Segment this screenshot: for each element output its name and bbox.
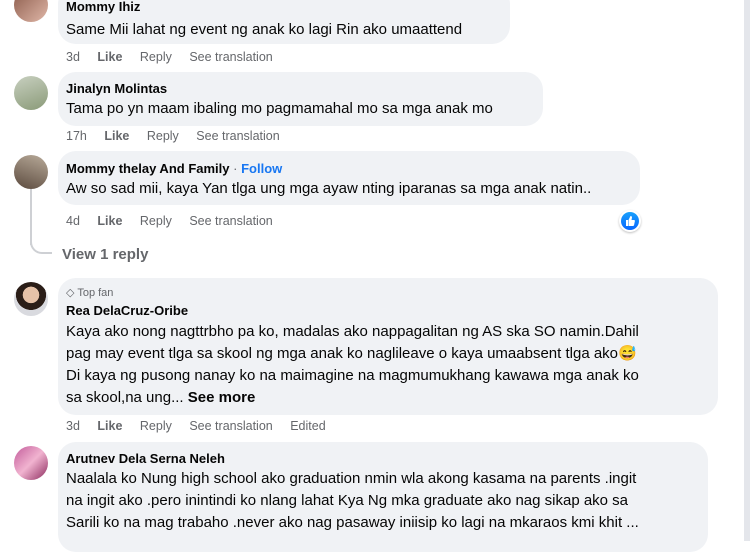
avatar[interactable] [14, 446, 48, 480]
like-reaction-icon[interactable] [619, 210, 641, 232]
comment-actions: 4d Like Reply See translation [66, 214, 287, 228]
comment-time[interactable]: 3d [66, 419, 80, 433]
view-replies-link[interactable]: View 1 reply [62, 246, 148, 263]
see-translation-link[interactable]: See translation [189, 419, 272, 433]
follow-button[interactable]: Follow [241, 161, 282, 176]
see-more-link[interactable]: See more [188, 389, 256, 406]
comment-line: Di kaya ng pusong nanay ko na maimagine … [66, 367, 639, 384]
see-translation-link[interactable]: See translation [189, 50, 272, 64]
thumbs-up-icon [621, 212, 639, 230]
comment-line: pag may event tlga sa skool ng mga anak … [66, 345, 637, 362]
comment-line: Naalala ko Nung high school ako graduati… [66, 470, 637, 487]
comment-text: Aw so sad mii, kaya Yan tlga ung mga aya… [66, 180, 592, 197]
separator-dot: · [233, 161, 238, 176]
comment-text: Same Mii lahat ng event ng anak ko lagi … [66, 21, 463, 38]
comment-actions: 3d Like Reply See translation [66, 50, 287, 64]
comment-time[interactable]: 17h [66, 129, 87, 143]
comment-line: Kaya ako nong nagttrbho pa ko, madalas a… [66, 323, 639, 340]
comment-line: na ingit ako .pero inintindi ko nlang la… [66, 492, 629, 509]
reply-button[interactable]: Reply [140, 214, 172, 228]
reply-button[interactable]: Reply [147, 129, 179, 143]
comment-author[interactable]: Arutnev Dela Serna Neleh [66, 451, 225, 466]
comment-time[interactable]: 3d [66, 50, 80, 64]
comment-line: sa skool,na ung... See more [66, 389, 256, 406]
avatar[interactable] [14, 0, 48, 22]
see-translation-link[interactable]: See translation [189, 214, 272, 228]
comment-author: Mommy thelay And Family · Follow [66, 161, 282, 176]
comment-time[interactable]: 4d [66, 214, 80, 228]
avatar[interactable] [14, 155, 48, 189]
like-button[interactable]: Like [97, 419, 122, 433]
comment-text: Tama po yn maam ibaling mo pagmamahal mo… [66, 100, 493, 117]
edited-label: Edited [290, 419, 326, 433]
comment-actions: 17h Like Reply See translation [66, 129, 294, 143]
scrollbar-edge[interactable] [744, 0, 750, 541]
comment-text: Kaya ako nong nagttrbho pa ko, madalas a… [66, 321, 711, 409]
diamond-icon: ◇ [66, 287, 75, 299]
comment-actions: 3d Like Reply See translation Edited [66, 419, 340, 433]
badge-label: Top fan [77, 287, 114, 299]
comment-text: Naalala ko Nung high school ako graduati… [66, 468, 706, 534]
author-name[interactable]: Mommy thelay And Family [66, 161, 230, 176]
see-translation-link[interactable]: See translation [196, 129, 279, 143]
reply-button[interactable]: Reply [140, 419, 172, 433]
comment-author[interactable]: Rea DelaCruz-Oribe [66, 303, 188, 318]
avatar[interactable] [14, 76, 48, 110]
like-button[interactable]: Like [104, 129, 129, 143]
top-fan-badge: ◇ Top fan [66, 286, 113, 299]
comment-author[interactable]: Jinalyn Molintas [66, 81, 167, 96]
avatar[interactable] [14, 282, 48, 316]
comment-line: Sarili ko na mag trabaho .never ako nag … [66, 514, 639, 531]
like-button[interactable]: Like [97, 214, 122, 228]
reply-thread-curve [30, 230, 52, 254]
emoji: 😅 [618, 345, 637, 362]
comment-author[interactable]: Mommy Ihiz [66, 0, 140, 14]
like-button[interactable]: Like [97, 50, 122, 64]
reply-button[interactable]: Reply [140, 50, 172, 64]
